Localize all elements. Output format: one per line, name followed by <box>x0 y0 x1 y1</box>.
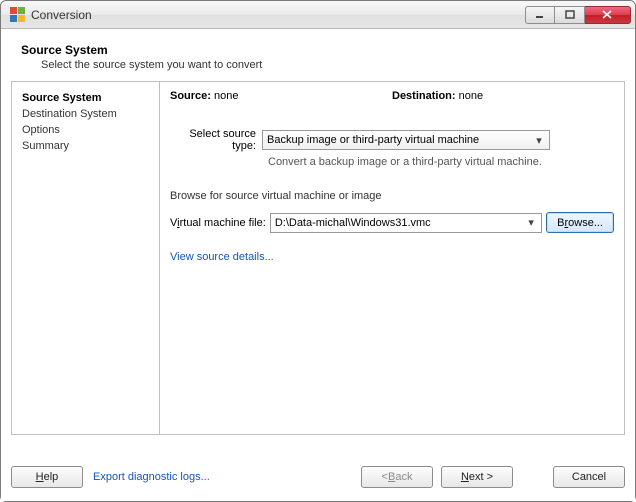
cancel-button[interactable]: Cancel <box>553 466 625 488</box>
browse-group-label: Browse for source virtual machine or ima… <box>170 190 614 202</box>
source-destination-row: Source: none Destination: none <box>170 90 614 102</box>
chevron-down-icon: ▾ <box>523 216 539 230</box>
vm-file-label: Virtual machine file: <box>170 217 266 229</box>
window-controls <box>525 6 631 24</box>
source-value: none <box>214 90 238 102</box>
back-button[interactable]: < Back <box>361 466 433 488</box>
close-button[interactable] <box>585 6 631 24</box>
client-area: Source System Select the source system y… <box>1 29 635 501</box>
wizard-page: Source: none Destination: none Select so… <box>160 82 624 434</box>
close-icon <box>602 10 613 20</box>
main-panel: Source System Destination System Options… <box>11 81 625 435</box>
destination-label: Destination: <box>392 90 456 102</box>
nav-item-source-system[interactable]: Source System <box>22 90 149 106</box>
export-diagnostic-logs-link[interactable]: Export diagnostic logs... <box>93 471 210 483</box>
maximize-button[interactable] <box>555 6 585 24</box>
view-source-details-link[interactable]: View source details... <box>170 251 274 263</box>
wizard-footer: Help Export diagnostic logs... < Back Ne… <box>11 463 625 491</box>
window-title: Conversion <box>31 8 92 22</box>
source-type-combo[interactable]: Backup image or third-party virtual mach… <box>262 130 550 150</box>
source-type-value: Backup image or third-party virtual mach… <box>267 134 479 146</box>
destination-value: none <box>459 90 483 102</box>
title-bar: Conversion <box>1 1 635 29</box>
browse-button[interactable]: Browse... <box>546 212 614 233</box>
app-icon <box>9 7 25 23</box>
page-title: Source System <box>21 43 615 57</box>
source-label: Source: <box>170 90 211 102</box>
source-type-row: Select source type: Backup image or thir… <box>170 128 614 152</box>
source-type-label: Select source type: <box>170 128 262 152</box>
vm-file-combo[interactable]: D:\Data-michal\Windows31.vmc ▾ <box>270 213 542 233</box>
nav-item-destination-system[interactable]: Destination System <box>22 106 149 122</box>
wizard-nav: Source System Destination System Options… <box>12 82 160 434</box>
source-type-hint: Convert a backup image or a third-party … <box>268 156 614 168</box>
chevron-down-icon: ▾ <box>531 133 547 147</box>
vm-file-row: Virtual machine file: D:\Data-michal\Win… <box>170 212 614 233</box>
help-button[interactable]: Help <box>11 466 83 488</box>
minimize-icon <box>535 10 545 20</box>
minimize-button[interactable] <box>525 6 555 24</box>
nav-item-options[interactable]: Options <box>22 122 149 138</box>
wizard-header: Source System Select the source system y… <box>11 39 625 81</box>
page-subtitle: Select the source system you want to con… <box>41 59 615 71</box>
vm-file-value: D:\Data-michal\Windows31.vmc <box>275 217 431 229</box>
nav-item-summary[interactable]: Summary <box>22 138 149 154</box>
next-button[interactable]: Next > <box>441 466 513 488</box>
maximize-icon <box>565 10 575 20</box>
